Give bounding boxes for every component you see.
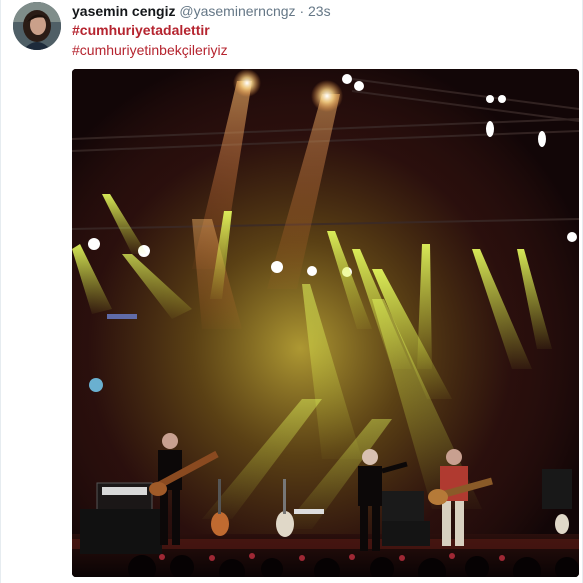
- avatar-image: [13, 2, 61, 50]
- author-name[interactable]: yasemin cengiz: [72, 3, 176, 19]
- tweet-photo[interactable]: [72, 69, 579, 577]
- tweet-timestamp[interactable]: 23s: [308, 3, 331, 19]
- avatar[interactable]: [13, 2, 61, 50]
- author-handle[interactable]: @yaseminerncngz: [179, 3, 295, 19]
- tweet-header: yasemin cengiz @yaseminerncngz · 23s: [72, 2, 331, 20]
- hashtag-link[interactable]: #cumhuriyetadalettir: [72, 21, 210, 39]
- concert-photo-icon: [72, 69, 579, 577]
- hashtag-link[interactable]: #cumhuriyetinbekçileriyiz: [72, 41, 228, 59]
- tweet-card[interactable]: yasemin cengiz @yaseminerncngz · 23s #cu…: [0, 0, 583, 583]
- separator-dot: ·: [299, 3, 305, 19]
